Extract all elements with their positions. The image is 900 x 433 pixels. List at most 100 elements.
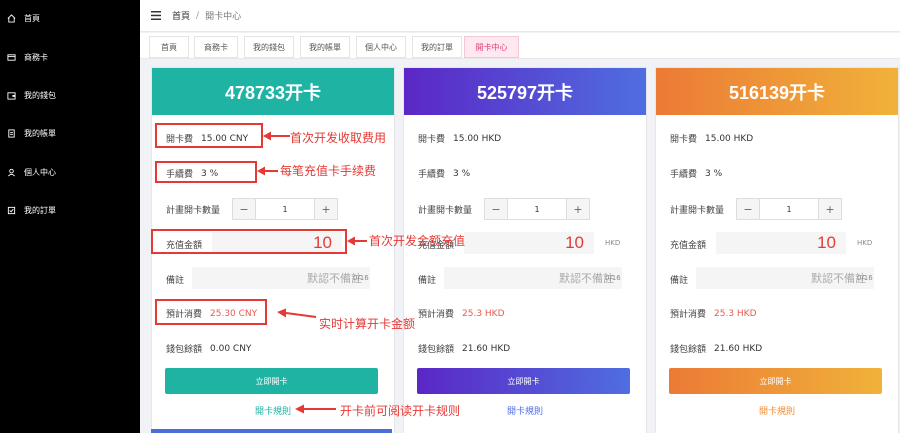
card-title: 525797开卡 <box>404 68 646 115</box>
estimate-value: 25.3 HKD <box>462 308 505 319</box>
fee-row: 開卡費 15.00 HKD <box>670 132 753 146</box>
sidebar-item-label: 商務卡 <box>24 52 48 62</box>
sidebar: 首頁 商務卡 我的錢包 我的帳單 個人中心 我的訂單 <box>0 0 140 433</box>
balance-row: 錢包餘額 21.60 HKD <box>418 342 511 356</box>
sidebar-item-home[interactable]: 首頁 <box>0 5 140 31</box>
tab-bar: 首頁 商務卡 我的錢包 我的帳單 個人中心 我的訂單 開卡中心 <box>140 33 900 59</box>
annotation-arrow-icon <box>263 131 290 141</box>
annotation-text: 首次开发收取费用 <box>290 131 387 145</box>
sidebar-item-label: 我的訂單 <box>24 205 56 215</box>
increment-button[interactable]: + <box>315 199 337 219</box>
handling-label: 手續費 <box>418 170 446 180</box>
sidebar-item-profile[interactable]: 個人中心 <box>0 159 140 185</box>
balance-label: 錢包餘額 <box>670 345 707 355</box>
balance-value: 21.60 HKD <box>462 343 511 354</box>
note-row: 備註 <box>418 273 436 286</box>
sidebar-item-wallet[interactable]: 我的錢包 <box>0 82 140 108</box>
balance-value: 0.00 CNY <box>210 343 252 354</box>
balance-row: 錢包餘額 0.00 CNY <box>166 342 252 356</box>
card-title: 516139开卡 <box>656 68 898 115</box>
balance-row: 錢包餘額 21.60 HKD <box>670 342 763 356</box>
note-label: 備註 <box>418 276 437 286</box>
note-input[interactable]: 默認不備註 <box>192 267 370 289</box>
user-icon <box>7 168 16 177</box>
tab-card-center[interactable]: 開卡中心 <box>464 36 519 58</box>
annotation-arrow-icon <box>277 308 317 318</box>
note-char-count: 0/16 <box>353 274 369 282</box>
note-input[interactable]: 默認不備註 <box>696 267 874 289</box>
note-char-count: 0/16 <box>857 274 873 282</box>
qty-label: 計畫開卡數量 <box>670 206 725 216</box>
note-char-count: 0/16 <box>605 274 621 282</box>
sidebar-item-label: 我的錢包 <box>24 90 56 100</box>
increment-button[interactable]: + <box>567 199 589 219</box>
recharge-unit: HKD <box>857 239 873 247</box>
recharge-amount-input[interactable]: 10 <box>716 232 846 254</box>
qty-label: 計畫開卡數量 <box>418 206 473 216</box>
qty-row: 計畫開卡數量 <box>166 203 220 216</box>
card-panel: 516139开卡 開卡費 15.00 HKD 手續費 3 % 計畫開卡數量 − 1 … <box>655 67 899 433</box>
handling-value: 3 % <box>453 168 471 179</box>
recharge-unit: HKD <box>605 239 621 247</box>
qty-row: 計畫開卡數量 <box>670 203 724 216</box>
quantity-input[interactable]: 1 <box>759 199 819 219</box>
hamburger-menu-icon[interactable] <box>151 11 161 20</box>
quantity-input[interactable]: 1 <box>507 199 567 219</box>
sidebar-item-label: 我的帳單 <box>24 128 56 138</box>
decrement-button[interactable]: − <box>233 199 255 219</box>
decrement-button[interactable]: − <box>485 199 507 219</box>
fee-value: 15.00 HKD <box>453 133 502 144</box>
card-icon <box>7 53 16 62</box>
recharge-amount-input[interactable]: 10 <box>464 232 594 254</box>
annotation-box-estimate <box>155 299 267 325</box>
qty-label: 計畫開卡數量 <box>166 206 221 216</box>
open-card-button[interactable]: 立即開卡 <box>417 368 630 394</box>
note-row: 備註 <box>166 273 184 286</box>
tab-bills[interactable]: 我的帳單 <box>300 36 350 58</box>
open-card-button[interactable]: 立即開卡 <box>669 368 882 394</box>
quantity-stepper: − 1 + <box>484 198 590 220</box>
balance-label: 錢包餘額 <box>418 345 455 355</box>
app-root: 首頁 商務卡 我的錢包 我的帳單 個人中心 我的訂單 首頁 / 開卡中心 首頁 … <box>0 0 900 433</box>
annotation-text: 首次开发金额充值 <box>369 234 466 248</box>
open-card-button[interactable]: 立即開卡 <box>165 368 378 394</box>
estimate-row: 預計消費 25.3 HKD <box>418 307 505 321</box>
qty-row: 計畫開卡數量 <box>418 203 472 216</box>
estimate-label: 預計消費 <box>418 310 455 320</box>
annotation-text: 开卡前可阅读开卡规则 <box>340 404 461 418</box>
tab-profile[interactable]: 個人中心 <box>356 36 406 58</box>
decrement-button[interactable]: − <box>737 199 759 219</box>
note-input[interactable]: 默認不備註 <box>444 267 622 289</box>
order-icon <box>7 206 16 215</box>
fee-label: 開卡費 <box>418 135 446 145</box>
sidebar-item-label: 首頁 <box>24 13 40 23</box>
estimate-value: 25.3 HKD <box>714 308 757 319</box>
breadcrumb-home[interactable]: 首頁 <box>172 9 190 22</box>
sidebar-item-business-card[interactable]: 商務卡 <box>0 44 140 70</box>
annotation-box-handling <box>155 161 257 183</box>
quantity-input[interactable]: 1 <box>255 199 315 219</box>
tab-home[interactable]: 首頁 <box>149 36 189 58</box>
card-rules-link[interactable]: 開卡規則 <box>656 404 898 417</box>
handling-row: 手續費 3 % <box>670 167 723 181</box>
annotation-arrow-icon <box>257 166 278 176</box>
estimate-row: 預計消費 25.3 HKD <box>670 307 757 321</box>
increment-button[interactable]: + <box>819 199 841 219</box>
sidebar-item-bills[interactable]: 我的帳單 <box>0 120 140 146</box>
quantity-stepper: − 1 + <box>232 198 338 220</box>
sidebar-item-orders[interactable]: 我的訂單 <box>0 197 140 223</box>
tab-business-card[interactable]: 商務卡 <box>194 36 238 58</box>
balance-label: 錢包餘額 <box>166 345 203 355</box>
tab-wallet[interactable]: 我的錢包 <box>244 36 294 58</box>
recharge-label: 充值金額 <box>670 241 707 251</box>
handling-row: 手續費 3 % <box>418 167 471 181</box>
fee-label: 開卡費 <box>670 135 698 145</box>
top-header: 首頁 / 開卡中心 <box>140 0 900 32</box>
handling-value: 3 % <box>705 168 723 179</box>
breadcrumb-current: 開卡中心 <box>205 12 242 22</box>
annotation-text: 实时计算开卡金额 <box>319 317 416 331</box>
card-title: 478733开卡 <box>152 68 394 115</box>
balance-value: 21.60 HKD <box>714 343 763 354</box>
home-icon <box>7 13 16 23</box>
tab-orders[interactable]: 我的訂單 <box>412 36 462 58</box>
